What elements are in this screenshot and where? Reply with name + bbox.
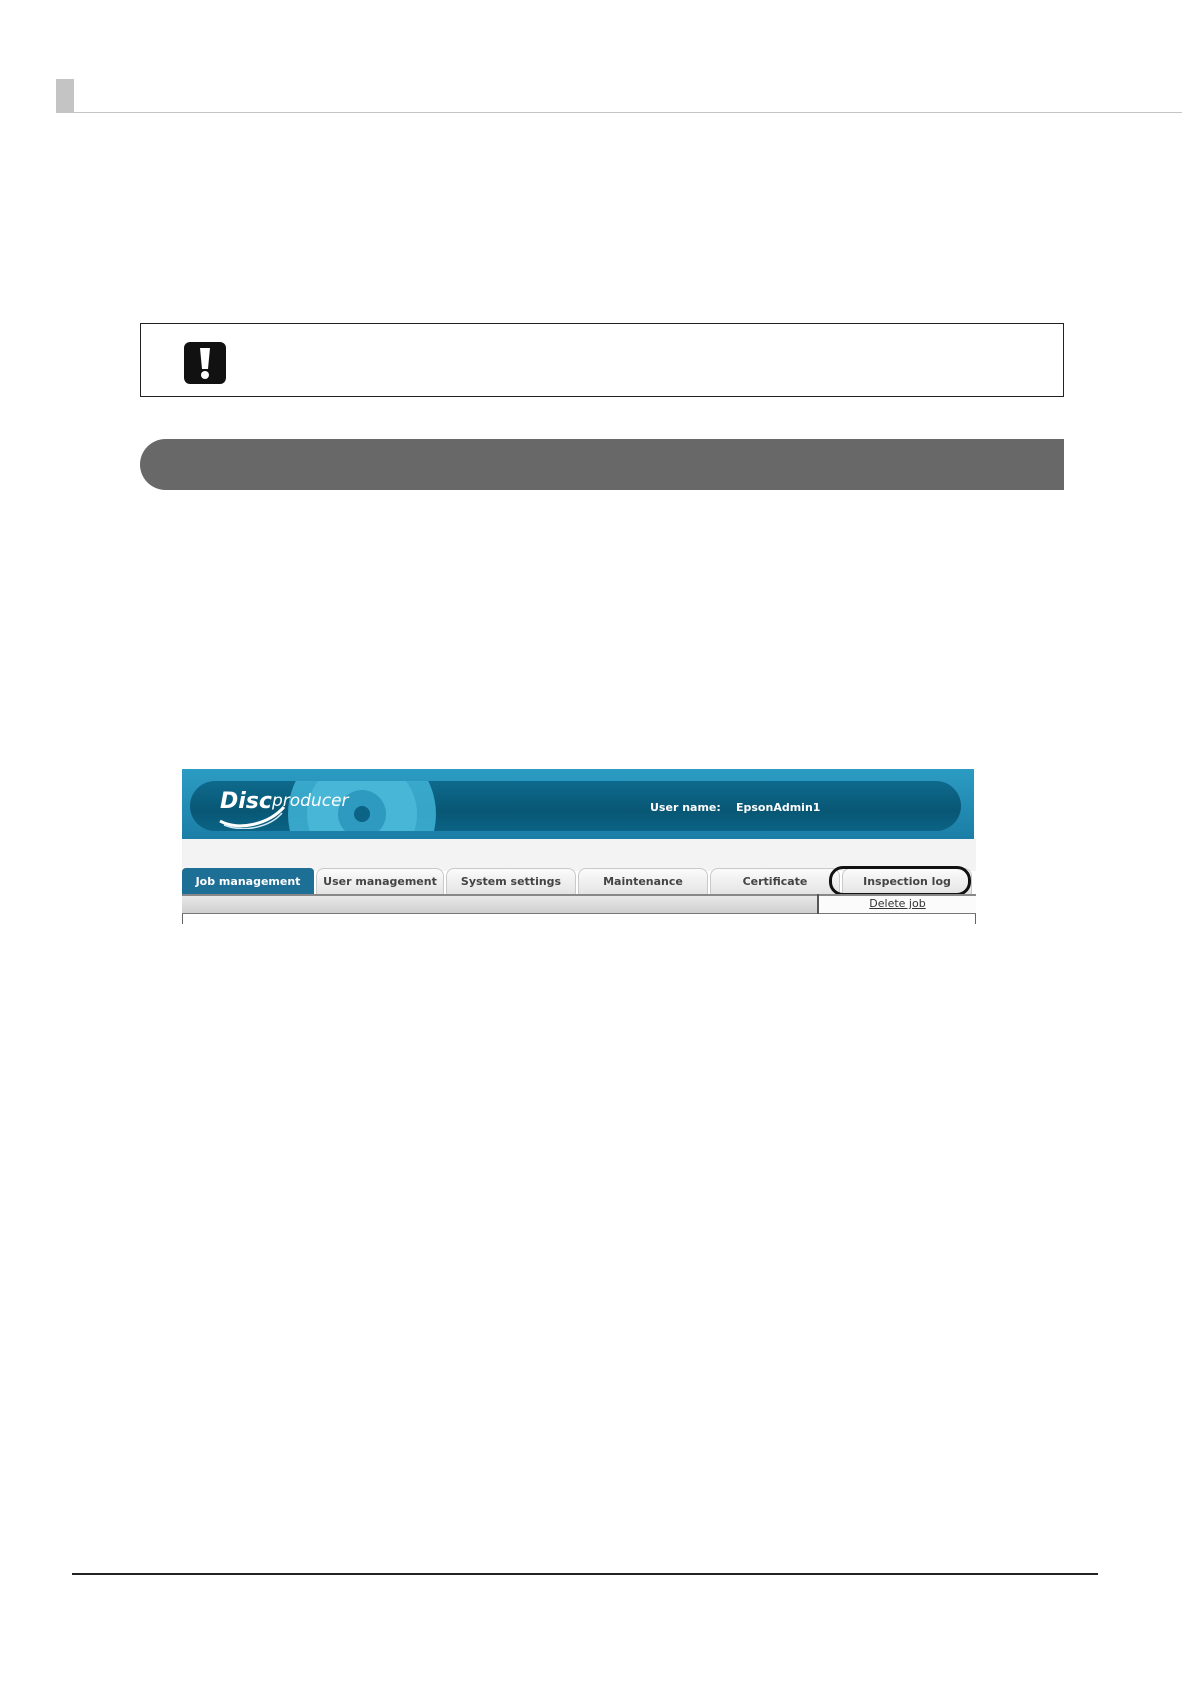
web-ui-screenshot: Disc producer User name: EpsonAdmin1 Job… (182, 769, 976, 925)
user-name-value: EpsonAdmin1 (736, 801, 821, 814)
tab-job-management[interactable]: Job management (182, 868, 314, 894)
app-banner: Disc producer User name: EpsonAdmin1 (182, 769, 974, 839)
header-marker (56, 79, 74, 112)
footer-rule (72, 1573, 1098, 1575)
banner-inner: Disc producer User name: EpsonAdmin1 (190, 781, 961, 831)
content-edge-left (182, 914, 183, 924)
tab-maintenance[interactable]: Maintenance (578, 868, 708, 894)
exclamation-icon (184, 342, 226, 384)
content-edge-right (975, 914, 976, 924)
tab-user-management[interactable]: User management (316, 868, 444, 894)
tab-system-settings[interactable]: System settings (446, 868, 576, 894)
tab-certificate[interactable]: Certificate (710, 868, 840, 894)
user-name-label: User name: (650, 801, 721, 814)
delete-job-link[interactable]: Delete job (819, 897, 976, 910)
logo-swoosh-icon (219, 805, 286, 829)
section-heading-bar (140, 439, 1064, 490)
header-rule (56, 112, 1182, 113)
inspection-log-highlight (829, 866, 971, 896)
disc-producer-logo: Disc producer (219, 785, 360, 831)
important-notice-box (140, 323, 1064, 397)
